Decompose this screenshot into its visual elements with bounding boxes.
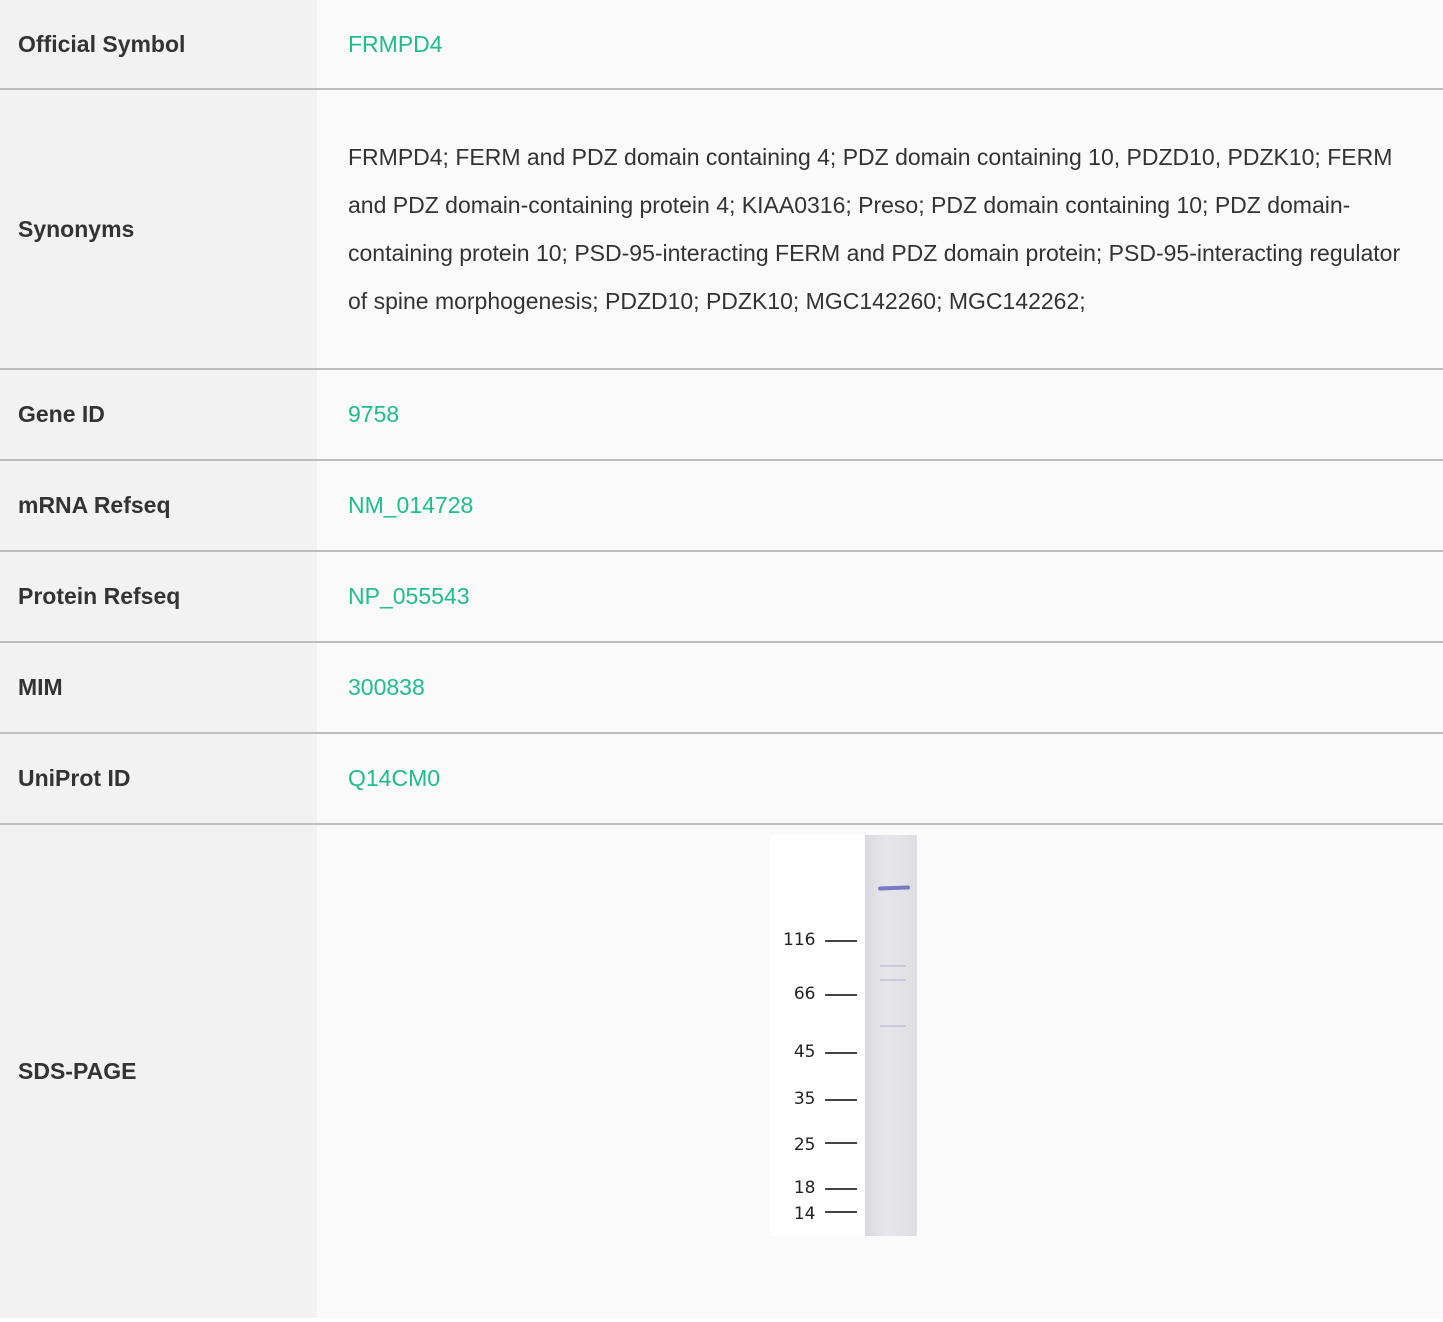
marker-label-45: 45: [793, 1042, 816, 1062]
sds-page-image-wrap: 116 66 45 35 25 18 14: [348, 825, 1423, 1236]
gene-id-cell: 9758: [317, 369, 1443, 461]
marker-label-14: 14: [793, 1204, 816, 1224]
gel-faint-band: [879, 979, 906, 981]
row-official-symbol: Official Symbol FRMPD4: [0, 0, 1443, 90]
marker-line: [824, 940, 857, 942]
mim-cell: 300838: [317, 642, 1443, 734]
synonyms-text: FRMPD4; FERM and PDZ domain containing 4…: [348, 144, 1401, 314]
official-symbol-label: Official Symbol: [0, 0, 317, 90]
mrna-refseq-label: mRNA Refseq: [0, 460, 317, 552]
row-synonyms: Synonyms FRMPD4; FERM and PDZ domain con…: [0, 89, 1443, 370]
marker-line: [824, 1099, 857, 1101]
gel-lane: [864, 835, 917, 1236]
mim-label: MIM: [0, 642, 317, 734]
row-protein-refseq: Protein Refseq NP_055543: [0, 551, 1443, 643]
protein-refseq-label: Protein Refseq: [0, 551, 317, 643]
marker-line: [824, 1211, 857, 1213]
marker-label-66: 66: [793, 984, 816, 1004]
marker-line: [824, 1052, 857, 1054]
row-mim: MIM 300838: [0, 642, 1443, 734]
marker-label-35: 35: [793, 1089, 816, 1109]
gene-info-table: Official Symbol FRMPD4 Synonyms FRMPD4; …: [0, 0, 1443, 1318]
row-sds-page: SDS-PAGE 116 66 45 35 25 18 14: [0, 824, 1443, 1318]
marker-line: [824, 1188, 857, 1190]
uniprot-id-label: UniProt ID: [0, 733, 317, 825]
gel-faint-band: [879, 1025, 906, 1027]
gene-id-link[interactable]: 9758: [348, 401, 399, 427]
protein-refseq-link[interactable]: NP_055543: [348, 583, 470, 609]
marker-label-25: 25: [793, 1135, 816, 1155]
mrna-refseq-cell: NM_014728: [317, 460, 1443, 552]
row-mrna-refseq: mRNA Refseq NM_014728: [0, 460, 1443, 552]
synonyms-cell: FRMPD4; FERM and PDZ domain containing 4…: [317, 89, 1443, 370]
row-uniprot-id: UniProt ID Q14CM0: [0, 733, 1443, 825]
synonyms-label: Synonyms: [0, 89, 317, 370]
marker-label-18: 18: [793, 1178, 816, 1198]
sds-page-cell: 116 66 45 35 25 18 14: [317, 824, 1443, 1318]
official-symbol-cell: FRMPD4: [317, 0, 1443, 90]
uniprot-id-link[interactable]: Q14CM0: [348, 765, 440, 791]
official-symbol-link[interactable]: FRMPD4: [348, 31, 443, 57]
mrna-refseq-link[interactable]: NM_014728: [348, 492, 473, 518]
row-gene-id: Gene ID 9758: [0, 369, 1443, 461]
marker-line: [824, 1142, 857, 1144]
sds-page-gel-image: 116 66 45 35 25 18 14: [769, 835, 918, 1236]
gene-id-label: Gene ID: [0, 369, 317, 461]
marker-line: [824, 994, 857, 996]
mim-link[interactable]: 300838: [348, 674, 425, 700]
gel-faint-band: [879, 965, 906, 967]
uniprot-id-cell: Q14CM0: [317, 733, 1443, 825]
marker-label-116: 116: [783, 930, 816, 950]
protein-refseq-cell: NP_055543: [317, 551, 1443, 643]
sds-page-label: SDS-PAGE: [0, 824, 317, 1318]
